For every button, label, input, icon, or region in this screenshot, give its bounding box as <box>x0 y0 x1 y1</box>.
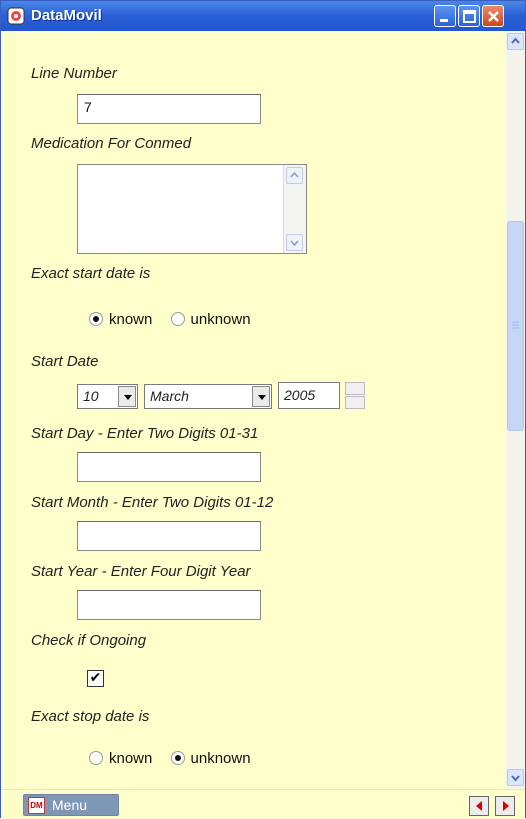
scroll-down-icon[interactable] <box>507 769 524 786</box>
dropdown-arrow-icon[interactable] <box>252 386 270 407</box>
start-day-input[interactable] <box>77 452 261 482</box>
start-date-label: Start Date <box>31 353 99 370</box>
previous-page-button[interactable] <box>469 796 489 816</box>
next-page-button[interactable] <box>495 796 515 816</box>
exact-start-label: Exact start date is <box>31 265 151 282</box>
window-title: DataMovil <box>31 7 102 24</box>
start-year-label: Start Year - Enter Four Digit Year <box>31 563 251 580</box>
start-month-input[interactable] <box>77 521 261 551</box>
dropdown-arrow-icon[interactable] <box>118 386 136 407</box>
stop-known-radio[interactable] <box>89 751 103 765</box>
line-number-input[interactable]: 7 <box>77 94 261 124</box>
form-content: Line Number 7 Medication For Conmed Exac… <box>1 31 506 789</box>
ongoing-label: Check if Ongoing <box>31 632 147 649</box>
start-unknown-label: unknown <box>190 311 251 328</box>
start-known-option[interactable]: known <box>89 311 152 328</box>
exact-stop-label: Exact stop date is <box>31 708 150 725</box>
stop-unknown-radio[interactable] <box>170 751 185 765</box>
start-year-input[interactable]: 2005 <box>278 382 340 409</box>
spin-down-icon[interactable] <box>345 396 365 409</box>
app-menu-icon: DM <box>28 797 45 814</box>
start-known-radio[interactable] <box>89 312 103 326</box>
start-month-select-value: March <box>150 388 189 404</box>
start-month-label: Start Month - Enter Two Digits 01-12 <box>31 494 274 511</box>
medication-scrollbar[interactable] <box>283 165 306 253</box>
start-unknown-radio[interactable] <box>170 312 185 326</box>
medication-label: Medication For Conmed <box>31 135 192 152</box>
scroll-down-icon[interactable] <box>286 234 303 251</box>
minimize-icon <box>440 19 448 22</box>
year-spinner[interactable] <box>345 382 365 410</box>
vertical-scrollbar[interactable] <box>506 31 525 789</box>
close-icon <box>488 11 499 22</box>
bottom-bar: DM Menu <box>1 789 525 819</box>
close-button[interactable] <box>482 5 504 27</box>
scrollbar-thumb[interactable] <box>507 221 524 431</box>
minimize-button[interactable] <box>434 5 456 27</box>
line-number-label: Line Number <box>31 65 117 82</box>
stop-radio-group: known unknown <box>89 750 265 767</box>
stop-unknown-label: unknown <box>190 750 251 767</box>
app-window: DataMovil Line Number 7 Medication For C… <box>0 0 526 819</box>
stop-known-label: known <box>109 750 153 767</box>
stop-known-option[interactable]: known <box>89 750 152 767</box>
title-bar[interactable]: DataMovil <box>1 1 525 31</box>
scroll-up-icon[interactable] <box>507 33 524 50</box>
spin-up-icon[interactable] <box>345 382 365 395</box>
menu-label: Menu <box>52 797 88 813</box>
start-radio-group: known unknown <box>89 311 265 328</box>
scroll-up-icon[interactable] <box>286 167 303 184</box>
ongoing-checkbox[interactable]: ✔ <box>87 670 104 687</box>
menu-button[interactable]: DM Menu <box>23 794 119 816</box>
app-icon <box>7 7 25 25</box>
start-day-select[interactable]: 10 <box>77 384 138 409</box>
start-year-text-input[interactable] <box>77 590 261 620</box>
start-day-select-value: 10 <box>83 388 99 404</box>
start-unknown-option[interactable]: unknown <box>170 311 251 328</box>
maximize-icon <box>463 10 476 23</box>
stop-unknown-option[interactable]: unknown <box>170 750 251 767</box>
start-known-label: known <box>109 311 153 328</box>
maximize-button[interactable] <box>458 5 480 27</box>
start-month-select[interactable]: March <box>144 384 272 409</box>
medication-textarea[interactable] <box>77 164 307 254</box>
start-day-label: Start Day - Enter Two Digits 01-31 <box>31 425 259 442</box>
